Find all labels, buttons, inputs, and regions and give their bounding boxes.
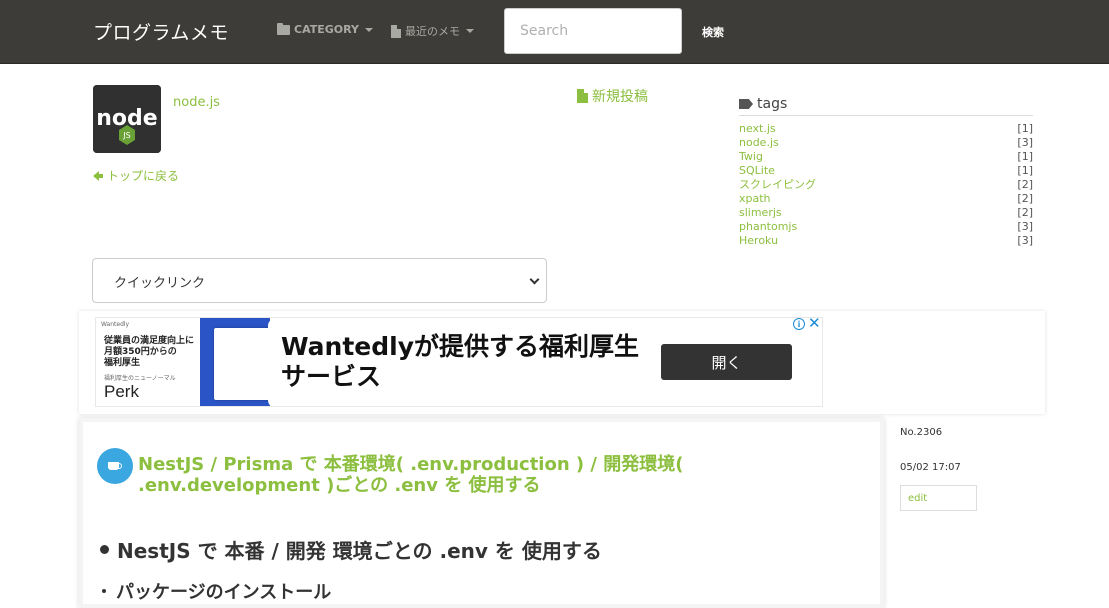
tag-link[interactable]: next.js [739, 122, 776, 136]
tag-row: SQLite [1] [739, 164, 1033, 178]
tag-count: [2] [1017, 206, 1033, 219]
tag-count: [1] [1017, 122, 1033, 135]
site-brand[interactable]: プログラムメモ [93, 18, 229, 45]
tag-count: [3] [1017, 220, 1033, 233]
quick-link-select[interactable] [92, 258, 547, 303]
tag-count: [2] [1017, 178, 1033, 191]
back-label: トップに戻る [107, 169, 180, 183]
file-icon [391, 24, 401, 38]
post-number: No.2306 [900, 427, 943, 438]
coffee-cup-icon [108, 462, 122, 470]
svg-text:JS: JS [122, 131, 130, 140]
post-date: 05/02 17:07 [900, 462, 961, 473]
tag-link[interactable]: slimerjs [739, 206, 782, 220]
tag-title-link[interactable]: node.js [173, 95, 220, 110]
new-post-label: 新規投稿 [592, 89, 648, 105]
tag-row: スクレイピング [2] [739, 178, 1033, 192]
tags-heading: tags [739, 96, 1033, 116]
category-dropdown[interactable]: CATEGORY [277, 22, 373, 36]
top-navbar: プログラムメモ CATEGORY 最近のメモ 検索 [0, 0, 1109, 64]
tags-heading-label: tags [757, 96, 788, 112]
ad-screenshot-graphic [214, 328, 274, 400]
ad-card: Wantedlyが提供する福利厚生サービス 開く [268, 318, 822, 406]
search-input[interactable] [504, 8, 682, 54]
back-to-top-link[interactable]: トップに戻る [93, 167, 179, 184]
tag-count: [1] [1017, 150, 1033, 163]
tags-panel: tags next.js [1] node.js [3] Twig [1] SQLit… [739, 96, 1033, 248]
tag-row: next.js [1] [739, 122, 1033, 136]
ad-banner[interactable]: Wantedly 従業員の満足度向上に 月額350円からの 福利厚生 福利厚生の… [95, 317, 823, 407]
article-subheading: パッケージのインストール [102, 578, 331, 604]
tag-link[interactable]: スクレイピング [739, 178, 816, 192]
category-label: CATEGORY [294, 23, 359, 36]
article-heading-text: NestJS で 本番 / 開発 環境ごとの .env を 使用する [117, 539, 602, 563]
article-title[interactable]: NestJS / Prisma で 本番環境( .env.production … [138, 454, 866, 496]
tag-row: Twig [1] [739, 150, 1033, 164]
tag-link[interactable]: SQLite [739, 164, 775, 178]
tag-link[interactable]: Heroku [739, 234, 778, 248]
recent-memos-dropdown[interactable]: 最近のメモ [391, 23, 474, 39]
ad-open-button[interactable]: 開く [661, 344, 792, 380]
ad-perk-logo: Perk [104, 382, 139, 401]
tag-link[interactable]: phantomjs [739, 220, 797, 234]
ad-left-panel: Wantedly 従業員の満足度向上に 月額350円からの 福利厚生 福利厚生の… [96, 318, 274, 406]
tag-row: xpath [2] [739, 192, 1033, 206]
tag-link[interactable]: xpath [739, 192, 771, 206]
tag-count: [3] [1017, 234, 1033, 247]
tag-count: [1] [1017, 164, 1033, 177]
tag-link[interactable]: Twig [739, 150, 763, 164]
article-subheading-text: パッケージのインストール [116, 582, 332, 603]
ad-headline: Wantedlyが提供する福利厚生サービス [281, 332, 640, 391]
tag-row: phantomjs [3] [739, 220, 1033, 234]
arrow-left-icon [93, 170, 103, 181]
ad-close-icon[interactable]: ✕ [808, 316, 821, 331]
ad-info-icon[interactable]: i [793, 318, 805, 330]
article-heading: NestJS で 本番 / 開発 環境ごとの .env を 使用する [100, 535, 602, 564]
new-post-link[interactable]: 新規投稿 [577, 86, 648, 106]
ad-left-text: 従業員の満足度向上に 月額350円からの 福利厚生 [104, 336, 195, 368]
edit-button[interactable]: edit [900, 485, 977, 511]
bullet-icon [102, 589, 106, 593]
file-icon [577, 89, 588, 103]
ad-left-subtext: 福利厚生のニューノーマル [104, 375, 176, 382]
ad-brand-label: Wantedly [101, 321, 130, 328]
tag-link[interactable]: node.js [739, 136, 779, 150]
tag-row: Heroku [3] [739, 234, 1033, 248]
tag-row: node.js [3] [739, 136, 1033, 150]
tag-count: [2] [1017, 192, 1033, 205]
caret-down-icon [364, 27, 373, 32]
tag-count: [3] [1017, 136, 1033, 149]
bullet-icon [100, 545, 109, 554]
search-button[interactable]: 検索 [702, 24, 724, 40]
caret-down-icon [466, 29, 474, 33]
nodejs-logo: node JS [93, 85, 161, 153]
tag-row: slimerjs [2] [739, 206, 1033, 220]
recent-label: 最近のメモ [405, 25, 460, 38]
tags-icon [739, 99, 753, 109]
folder-icon [277, 22, 290, 35]
